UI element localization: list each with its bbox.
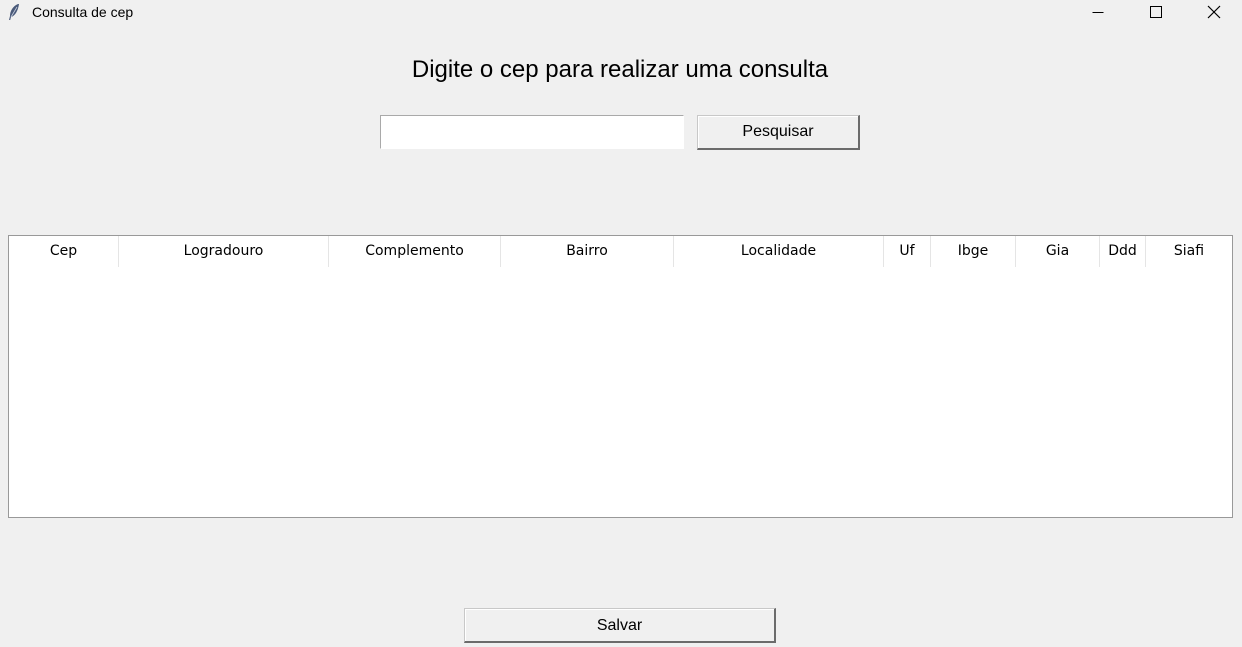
column-header-ibge[interactable]: Ibge bbox=[931, 236, 1016, 267]
close-icon bbox=[1207, 5, 1221, 19]
column-header-bairro[interactable]: Bairro bbox=[501, 236, 674, 267]
column-header-logradouro[interactable]: Logradouro bbox=[119, 236, 329, 267]
title-bar[interactable]: Consulta de cep bbox=[0, 0, 1242, 24]
cep-input[interactable] bbox=[380, 115, 684, 149]
results-table[interactable]: Cep Logradouro Complemento Bairro Locali… bbox=[8, 235, 1233, 518]
column-header-cep[interactable]: Cep bbox=[9, 236, 119, 267]
window-title: Consulta de cep bbox=[32, 4, 134, 20]
maximize-icon bbox=[1150, 6, 1162, 18]
column-header-ddd[interactable]: Ddd bbox=[1100, 236, 1146, 267]
search-button[interactable]: Pesquisar bbox=[697, 115, 860, 150]
minimize-button[interactable] bbox=[1069, 0, 1127, 24]
table-header: Cep Logradouro Complemento Bairro Locali… bbox=[9, 236, 1232, 267]
close-button[interactable] bbox=[1185, 0, 1242, 24]
app-window: Consulta de cep Digite o cep para realiz… bbox=[0, 0, 1242, 647]
column-header-siafi[interactable]: Siafi bbox=[1146, 236, 1232, 267]
minimize-icon bbox=[1092, 12, 1104, 13]
page-heading: Digite o cep para realizar uma consulta bbox=[411, 56, 829, 83]
feather-icon bbox=[7, 3, 21, 21]
maximize-button[interactable] bbox=[1127, 0, 1185, 24]
column-header-complemento[interactable]: Complemento bbox=[329, 236, 501, 267]
column-header-gia[interactable]: Gia bbox=[1016, 236, 1100, 267]
column-header-localidade[interactable]: Localidade bbox=[674, 236, 884, 267]
column-header-uf[interactable]: Uf bbox=[884, 236, 931, 267]
save-button[interactable]: Salvar bbox=[464, 608, 776, 643]
